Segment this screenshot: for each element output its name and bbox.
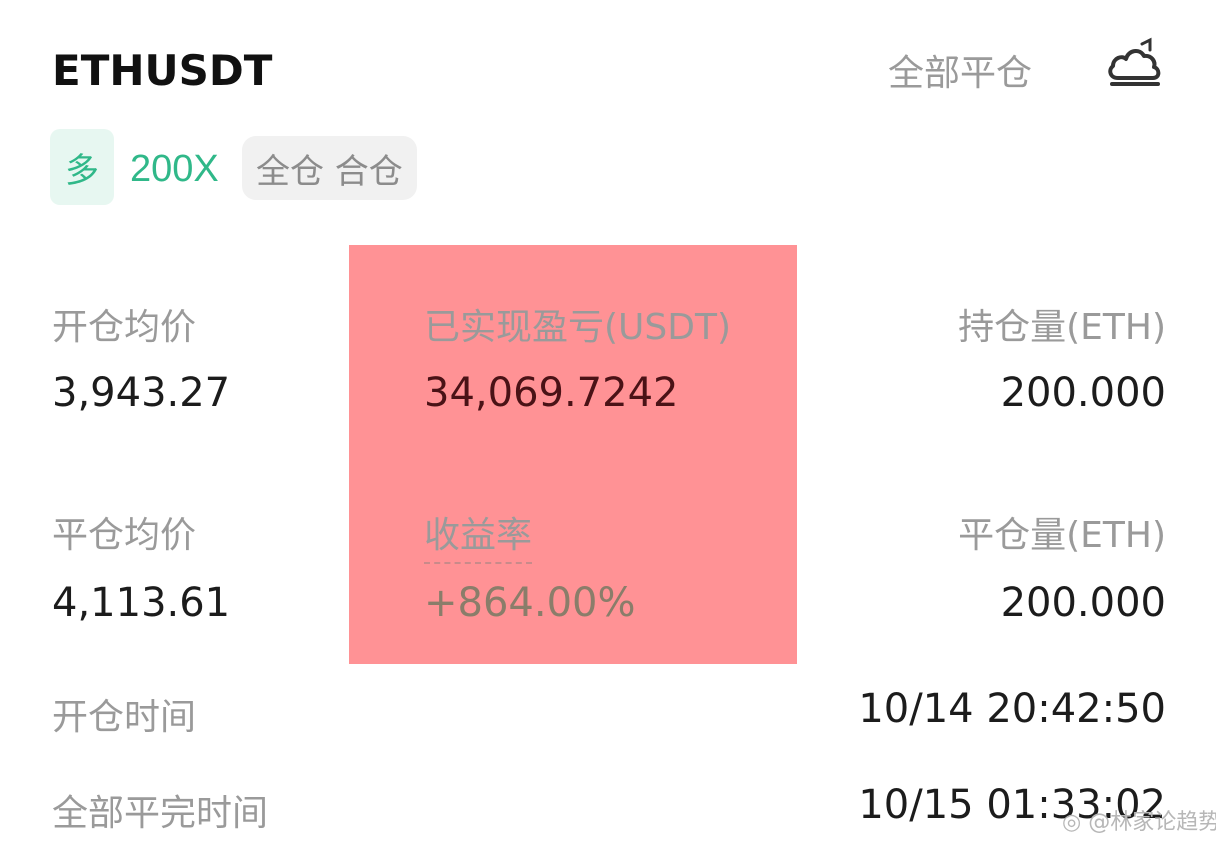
closed-size-value: 200.000 xyxy=(1000,580,1166,626)
symbol-title: ETHUSDT xyxy=(52,46,273,95)
close-all-time-label: 全部平完时间 xyxy=(52,793,269,834)
open-avg-price-label: 开仓均价 xyxy=(52,307,197,348)
open-time-label: 开仓时间 xyxy=(52,697,197,738)
realized-pnl-label: 已实现盈亏(USDT) xyxy=(424,307,732,348)
close-avg-price-label: 平仓均价 xyxy=(52,515,197,556)
open-time-value: 10/14 20:42:50 xyxy=(858,686,1166,732)
close-all-button[interactable]: 全部平仓 xyxy=(888,44,1032,96)
closed-size-label: 平仓量(ETH) xyxy=(958,515,1166,556)
open-avg-price-value: 3,943.27 xyxy=(52,370,231,416)
leverage-tag: 200X xyxy=(130,148,219,190)
return-rate-label[interactable]: 收益率 xyxy=(424,506,533,564)
long-side-tag: 多 xyxy=(50,129,114,205)
realized-pnl-value: 34,069.7242 xyxy=(424,370,679,416)
margin-mode-tag: 全仓 合仓 xyxy=(242,136,417,200)
watermark: ◎ @林家论趋势 xyxy=(1062,810,1216,835)
cloud-share-icon[interactable] xyxy=(1104,36,1166,92)
return-rate-value: +864.00% xyxy=(424,580,636,626)
close-avg-price-value: 4,113.61 xyxy=(52,580,231,626)
position-size-label: 持仓量(ETH) xyxy=(958,307,1166,348)
position-size-value: 200.000 xyxy=(1000,370,1166,416)
